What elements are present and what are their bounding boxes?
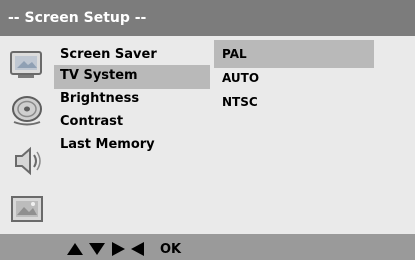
page-title-text: -- Screen Setup -- — [8, 10, 147, 26]
option-label: AUTO — [222, 71, 260, 85]
menu-item-label: Contrast — [60, 114, 124, 129]
menu-item-label: Brightness — [60, 91, 140, 106]
speaker-icon[interactable] — [8, 144, 46, 178]
option-label: NTSC — [222, 95, 258, 109]
menu-item-label: Last Memory — [60, 137, 155, 152]
disc-icon[interactable] — [8, 94, 46, 128]
up-arrow-icon — [67, 243, 83, 255]
option-ntsc[interactable]: NTSC — [214, 88, 374, 116]
footer-bar — [0, 234, 415, 260]
menu-item-contrast[interactable]: Contrast — [54, 111, 210, 135]
menu-item-last-memory[interactable]: Last Memory — [54, 134, 210, 158]
display-settings-icon[interactable] — [8, 48, 46, 82]
ok-label: OK — [160, 241, 182, 257]
menu-item-tv-system[interactable]: TV System — [54, 65, 210, 89]
category-icon-column — [8, 44, 52, 234]
menu-item-label: Screen Saver — [60, 47, 157, 62]
menu-item-brightness[interactable]: Brightness — [54, 88, 210, 112]
picture-icon[interactable] — [8, 192, 46, 226]
page-title: -- Screen Setup -- — [0, 0, 415, 36]
navigation-hints: OK — [66, 240, 181, 258]
menu-item-label: TV System — [60, 68, 138, 83]
right-arrow-icon — [112, 242, 125, 256]
left-arrow-icon — [131, 242, 144, 256]
option-label: PAL — [222, 47, 247, 61]
down-arrow-icon — [89, 243, 105, 255]
